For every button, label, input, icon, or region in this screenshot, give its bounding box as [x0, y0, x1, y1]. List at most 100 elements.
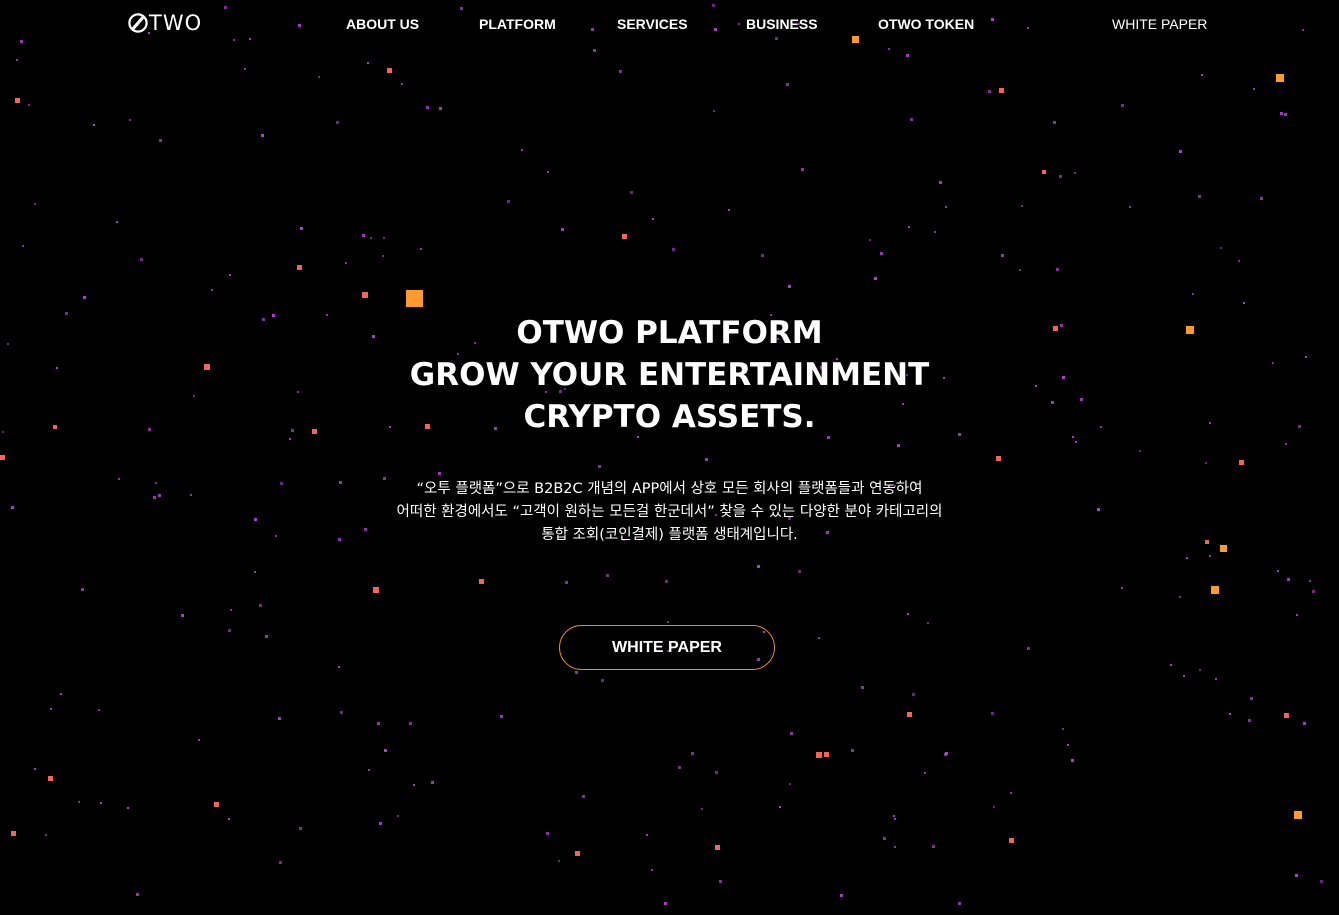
particle — [1010, 792, 1012, 794]
particle — [34, 768, 36, 770]
particle — [438, 472, 441, 475]
particle — [665, 580, 668, 583]
particle — [439, 107, 442, 110]
particle — [1205, 462, 1207, 464]
particle — [575, 851, 580, 856]
particle — [383, 237, 385, 239]
particle — [667, 621, 669, 623]
particle — [630, 191, 633, 194]
particle — [672, 248, 675, 251]
particle — [1285, 443, 1287, 445]
nav-platform[interactable]: PLATFORM — [479, 15, 556, 33]
particle — [230, 609, 232, 611]
particle — [1303, 722, 1306, 725]
particle — [1062, 728, 1064, 730]
particle — [1296, 614, 1298, 616]
particle — [370, 237, 372, 239]
particle — [1239, 460, 1244, 465]
particle — [233, 39, 235, 41]
nav-services[interactable]: SERVICES — [617, 15, 688, 33]
particle — [894, 846, 896, 848]
particle — [715, 771, 718, 774]
nav-about-us[interactable]: ABOUT US — [346, 15, 419, 33]
particle — [874, 277, 877, 280]
white-paper-button[interactable]: WHITE PAPER — [559, 625, 775, 670]
particle — [338, 666, 340, 668]
particle — [1220, 247, 1222, 249]
particle — [561, 228, 564, 231]
particle — [336, 121, 339, 124]
particle — [379, 822, 382, 825]
nav-otwo-token[interactable]: OTWO TOKEN — [878, 15, 974, 33]
particle — [894, 818, 896, 820]
particle — [1042, 170, 1046, 174]
particle — [818, 637, 820, 639]
particle — [460, 7, 463, 10]
particle — [181, 614, 184, 617]
particle — [869, 239, 871, 241]
particle — [0, 455, 5, 460]
particle — [289, 438, 291, 440]
particle — [1201, 74, 1203, 76]
particle — [908, 226, 910, 228]
particle — [582, 795, 585, 798]
particle — [98, 709, 100, 711]
particle — [278, 717, 281, 720]
particle — [1021, 205, 1023, 207]
particle — [78, 801, 80, 803]
particle — [140, 258, 143, 261]
particle — [888, 48, 890, 50]
particle — [719, 880, 722, 883]
particle — [934, 231, 936, 233]
particle — [861, 686, 864, 689]
main-nav: ABOUT US PLATFORM SERVICES BUSINESS OTWO… — [0, 15, 1339, 33]
particle — [945, 752, 948, 755]
particle — [1209, 555, 1211, 557]
particle — [1139, 450, 1141, 452]
nav-business[interactable]: BUSINESS — [746, 15, 818, 33]
particle — [1284, 113, 1287, 116]
particle — [116, 221, 118, 223]
particle — [779, 806, 781, 808]
particle — [254, 571, 256, 573]
particle — [786, 83, 789, 86]
particle — [958, 902, 961, 905]
particle — [883, 837, 886, 840]
nav-white-paper[interactable]: WHITE PAPER — [1112, 15, 1207, 33]
particle — [619, 70, 622, 73]
particle — [214, 802, 219, 807]
particle — [840, 894, 843, 897]
particle — [912, 693, 915, 696]
particle — [1243, 302, 1245, 304]
hero-stage: TWO ABOUT US PLATFORM SERVICES BUSINESS … — [0, 0, 1339, 915]
particle — [788, 285, 791, 288]
particle — [558, 860, 560, 862]
particle — [22, 245, 24, 247]
particle — [1250, 697, 1253, 700]
particle — [1284, 713, 1289, 718]
particle — [728, 209, 730, 211]
particle — [224, 6, 227, 9]
particle — [431, 781, 434, 784]
particle — [279, 861, 282, 864]
hero-title-line: CRYPTO ASSETS. — [523, 399, 816, 435]
hero-description-line: 어떠한 환경에서도 “고객이 원하는 모든걸 한군데서” 찾을 수 있는 다양한… — [396, 504, 943, 520]
particle — [907, 712, 912, 717]
particle — [1059, 175, 1062, 178]
particle — [259, 604, 262, 607]
hero-title-line: GROW YOUR ENTERTAINMENT — [409, 357, 930, 393]
particle — [816, 752, 822, 758]
particle — [715, 845, 720, 850]
particle — [159, 139, 162, 142]
particle — [48, 776, 53, 781]
particle — [15, 98, 20, 103]
particle — [1280, 112, 1283, 115]
particle — [1067, 744, 1069, 746]
particle — [1071, 759, 1074, 762]
particle — [229, 274, 231, 276]
particle — [1277, 570, 1279, 572]
particle — [1198, 195, 1201, 198]
particle — [1309, 580, 1311, 582]
particle — [932, 845, 935, 848]
particle — [907, 613, 909, 615]
